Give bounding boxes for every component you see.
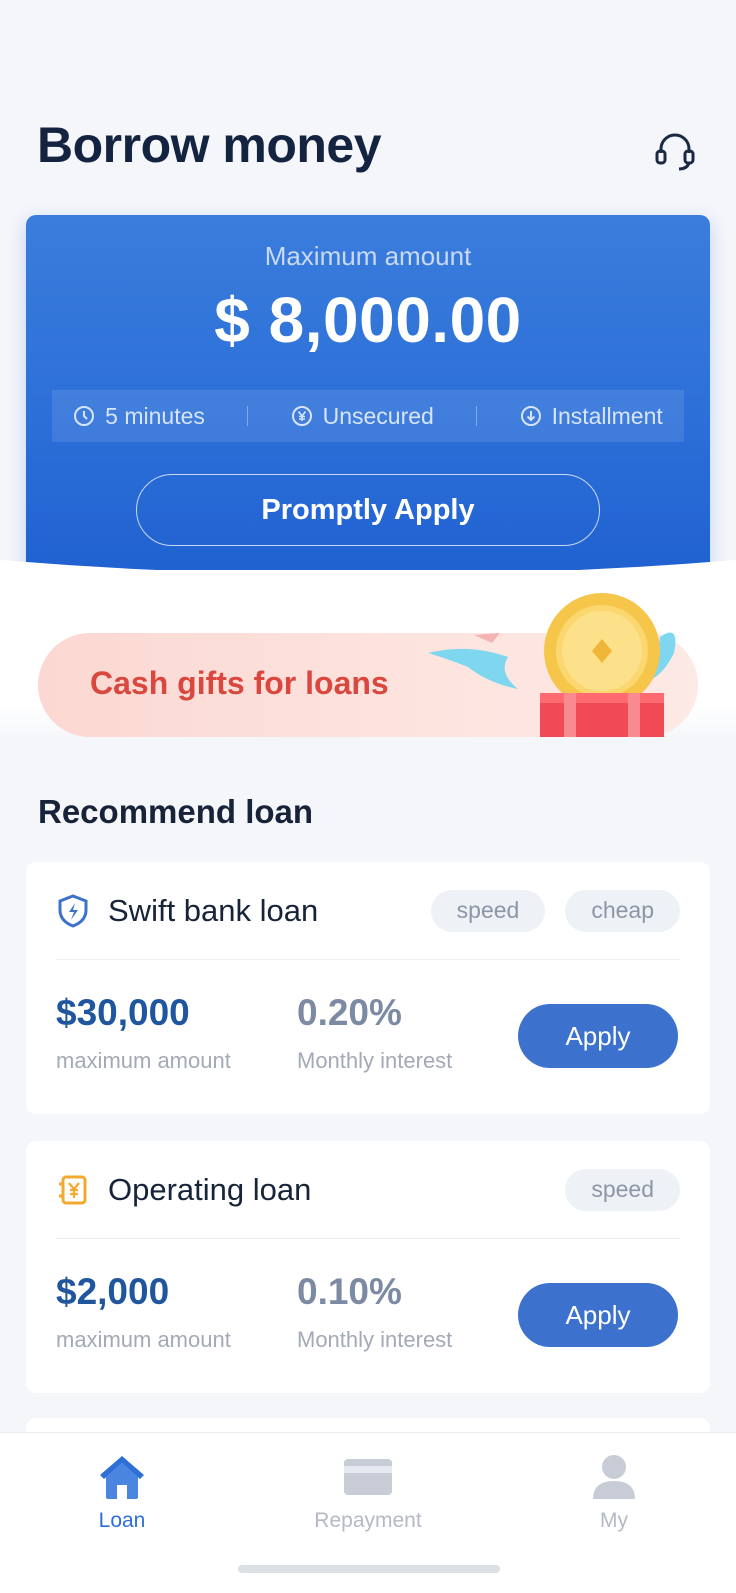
page-title: Borrow money [37,117,382,173]
feature-speed: 5 minutes [73,403,205,430]
loan-tag: cheap [565,889,680,932]
feature-label: Unsecured [322,402,434,429]
loan-card-header: Swift bank loan speed cheap [56,862,680,960]
loan-tags: speed cheap [430,889,680,932]
loan-card-header: Operating loan speed [56,1141,680,1239]
home-indicator [238,1565,500,1573]
divider [476,406,478,426]
loan-card[interactable]: Operating loan speed $2,000 maximum amou… [26,1141,710,1393]
yen-coin-icon [291,406,312,426]
max-amount-card: Maximum amount $ 8,000.00 5 minutes Unse… [26,215,710,587]
user-icon [534,1451,694,1503]
nav-label: Loan [98,1509,146,1532]
loan-rate: 0.10% [297,1271,402,1312]
loan-amount-label: maximum amount [56,1327,231,1352]
nav-label: My [600,1509,628,1532]
divider [247,406,249,426]
max-amount-stat: $30,000 maximum amount [56,992,231,1074]
max-amount-stat: $2,000 maximum amount [56,1271,231,1353]
promptly-apply-button[interactable]: Promptly Apply [136,474,600,546]
loan-amount: $30,000 [56,992,190,1033]
interest-stat: 0.10% Monthly interest [297,1271,452,1353]
loan-rate-label: Monthly interest [297,1048,453,1073]
loan-tags: speed [565,1168,680,1211]
loan-name: Operating loan [108,1171,312,1207]
card-icon [288,1451,448,1503]
loan-amount-label: maximum amount [56,1048,231,1073]
clock-icon [74,406,95,426]
apply-button[interactable]: Apply [518,1004,678,1068]
loan-rate: 0.20% [297,992,402,1033]
loan-name: Swift bank loan [108,892,319,928]
loan-tag: speed [430,889,546,932]
nav-label: Repayment [314,1509,422,1532]
shield-icon [56,893,90,928]
home-icon [42,1451,202,1503]
nav-item-repayment[interactable]: Repayment [288,1451,448,1533]
promo-text: Cash gifts for loans [90,665,389,701]
customer-service-button[interactable] [652,128,698,174]
loan-amount: $2,000 [56,1271,170,1312]
feature-strip: 5 minutes Unsecured Installment [52,390,684,442]
loan-tag: speed [565,1168,680,1211]
section-title: Recommend loan [38,793,314,830]
yen-receipt-icon [56,1173,90,1207]
max-amount-value: $ 8,000.00 [214,284,522,356]
headset-icon [655,133,695,171]
interest-stat: 0.20% Monthly interest [297,992,452,1074]
loan-card[interactable]: Swift bank loan speed cheap $30,000 maxi… [26,862,710,1114]
feature-unsecured: Unsecured [291,403,434,430]
gift-coin-illustration [428,593,676,737]
download-circle-icon [520,406,541,426]
nav-item-loan[interactable]: Loan [42,1451,202,1533]
cash-gift-banner[interactable]: Cash gifts for loans [38,593,698,737]
loan-rate-label: Monthly interest [297,1327,453,1352]
feature-label: 5 minutes [105,402,205,429]
apply-button[interactable]: Apply [518,1283,678,1347]
feature-label: Installment [551,402,663,429]
nav-item-my[interactable]: My [534,1451,694,1533]
feature-installment: Installment [520,403,663,430]
max-amount-label: Maximum amount [264,241,472,271]
